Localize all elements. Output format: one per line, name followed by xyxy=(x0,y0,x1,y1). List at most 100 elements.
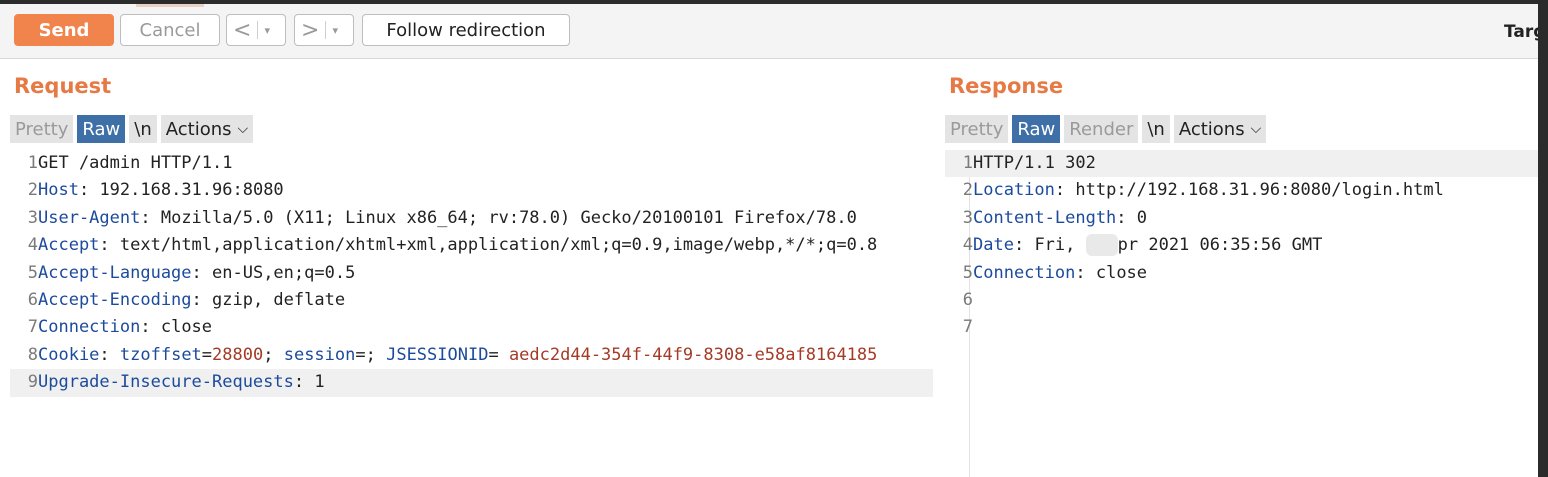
chevron-down-icon[interactable]: ▾ xyxy=(332,24,338,37)
header-line: Accept: text/html,application/xhtml+xml,… xyxy=(38,235,878,256)
header-line: Date: Fri, pr 2021 06:35:56 GMT xyxy=(973,234,1323,257)
header-key: Date xyxy=(973,235,1014,256)
header-line: Accept-Language: en-US,en;q=0.5 xyxy=(38,262,356,283)
header-line: Host: 192.168.31.96:8080 xyxy=(38,180,284,201)
cookie-name: tzoffset xyxy=(119,344,202,365)
line-number: 6 xyxy=(962,290,973,311)
cookie-value: 28800 xyxy=(212,344,264,365)
line-number: 7 xyxy=(27,317,38,338)
request-newline-toggle[interactable]: \n xyxy=(129,115,157,143)
line-number: 4 xyxy=(27,235,38,256)
editor-line: 4 Date: Fri, pr 2021 06:35:56 GMT xyxy=(945,232,1538,259)
header-key: Connection xyxy=(973,262,1076,283)
request-line: GET /admin HTTP/1.1 xyxy=(38,153,233,173)
response-newline-toggle[interactable]: \n xyxy=(1142,115,1170,143)
forward-arrow-icon: > xyxy=(301,17,320,43)
request-actions-menu[interactable]: Actions ⌵ xyxy=(160,115,254,143)
editor-line: 3 User-Agent: Mozilla/5.0 (X11; Linux x8… xyxy=(10,205,933,232)
line-number: 1 xyxy=(27,153,38,173)
line-number: 7 xyxy=(962,317,973,338)
editor-line: 3 Content-Length: 0 xyxy=(945,205,1538,232)
line-number: 1 xyxy=(962,153,973,173)
line-number: 5 xyxy=(962,262,973,283)
line-number: 6 xyxy=(27,290,38,311)
request-editor[interactable]: 1 GET /admin HTTP/1.1 2 Host: 192.168.31… xyxy=(10,150,933,397)
forward-button[interactable]: > ▾ xyxy=(294,14,354,46)
editor-line: 2 Location: http://192.168.31.96:8080/lo… xyxy=(945,177,1538,204)
follow-redirection-button[interactable]: Follow redirection xyxy=(362,14,570,46)
chevron-down-icon[interactable]: ▾ xyxy=(264,24,270,37)
header-value: Fri, xyxy=(1024,235,1076,256)
chevron-down-icon: ⌵ xyxy=(1250,121,1262,137)
header-value: close xyxy=(1085,262,1148,283)
divider xyxy=(325,21,327,39)
header-value: gzip, deflate xyxy=(201,290,346,311)
response-tab-pretty[interactable]: Pretty xyxy=(945,115,1009,143)
header-value: 0 xyxy=(1126,207,1148,228)
send-button[interactable]: Send xyxy=(14,14,114,46)
response-tab-raw[interactable]: Raw xyxy=(1012,115,1061,143)
editor-line: 5 Accept-Language: en-US,en;q=0.5 xyxy=(10,260,933,287)
header-key: Accept xyxy=(38,235,100,256)
repeater-window: Send Cancel < ▾ > ▾ Follow redirection T… xyxy=(0,4,1538,477)
editor-line: 6 xyxy=(945,287,1538,314)
header-value: 1 xyxy=(304,372,325,393)
header-value: pr 2021 06:35:56 GMT xyxy=(1117,235,1323,256)
editor-line: 1 HTTP/1.1 302 xyxy=(945,150,1538,178)
editor-line: 7 xyxy=(945,314,1538,341)
header-key: Connection xyxy=(38,317,141,338)
line-number: 2 xyxy=(27,180,38,201)
request-tab-raw[interactable]: Raw xyxy=(77,115,126,143)
header-value: en-US,en;q=0.5 xyxy=(201,262,356,283)
status-line: HTTP/1.1 302 xyxy=(973,153,1096,173)
header-value: http://192.168.31.96:8080/login.html xyxy=(1065,180,1444,201)
header-line: Connection: close xyxy=(38,317,213,338)
editor-line: 5 Connection: close xyxy=(945,260,1538,287)
request-tab-pretty[interactable]: Pretty xyxy=(10,115,74,143)
back-button[interactable]: < ▾ xyxy=(226,14,286,46)
header-key: Accept-Encoding xyxy=(38,290,192,311)
cookie-value: aedc2d44-354f-44f9-8308-e58af8164185 xyxy=(508,344,878,365)
request-title: Request xyxy=(14,74,112,98)
header-value: text/html,application/xhtml+xml,applicat… xyxy=(109,235,878,256)
header-key: Host xyxy=(38,180,79,201)
response-title: Response xyxy=(949,74,1064,98)
header-key: Cookie xyxy=(38,344,100,365)
actions-label: Actions xyxy=(1178,118,1245,140)
header-line: Connection: close xyxy=(973,262,1148,283)
target-label[interactable]: Targ xyxy=(1504,22,1538,42)
header-line: Upgrade-Insecure-Requests: 1 xyxy=(38,372,325,393)
line-number: 3 xyxy=(27,207,38,228)
editor-line: 4 Accept: text/html,application/xhtml+xm… xyxy=(10,232,933,259)
redacted-text xyxy=(1085,234,1118,257)
editor-line: 8 Cookie: tzoffset=28800; session=; JSES… xyxy=(10,342,933,369)
line-number: 8 xyxy=(27,344,38,365)
editor-line: 6 Accept-Encoding: gzip, deflate xyxy=(10,287,933,314)
actions-label: Actions xyxy=(165,118,232,140)
back-arrow-icon: < xyxy=(233,17,252,43)
response-actions-menu[interactable]: Actions ⌵ xyxy=(1173,115,1267,143)
header-line: Accept-Encoding: gzip, deflate xyxy=(38,290,346,311)
header-line: Content-Length: 0 xyxy=(973,207,1148,228)
header-line: Location: http://192.168.31.96:8080/logi… xyxy=(973,180,1444,201)
response-editor[interactable]: 1 HTTP/1.1 302 2 Location: http://192.16… xyxy=(945,150,1538,342)
cookie-name: session xyxy=(283,344,356,365)
header-value: close xyxy=(150,317,213,338)
header-key: User-Agent xyxy=(38,207,141,228)
header-key: Content-Length xyxy=(973,207,1117,228)
response-view-tabs: Pretty Raw Render \n Actions ⌵ xyxy=(945,115,1270,143)
request-view-tabs: Pretty Raw \n Actions ⌵ xyxy=(10,115,257,143)
header-key: Location xyxy=(973,180,1055,201)
toolbar: Send Cancel < ▾ > ▾ Follow redirection T… xyxy=(0,4,1538,59)
response-tab-render[interactable]: Render xyxy=(1064,115,1139,143)
divider xyxy=(257,21,259,39)
line-number: 2 xyxy=(962,180,973,201)
line-number: 5 xyxy=(27,262,38,283)
cancel-button[interactable]: Cancel xyxy=(120,14,220,46)
cookie-name: JSESSIONID xyxy=(386,344,489,365)
line-number: 3 xyxy=(962,207,973,228)
editor-line: 9 Upgrade-Insecure-Requests: 1 xyxy=(10,369,933,397)
editor-line: 7 Connection: close xyxy=(10,314,933,341)
editor-line: 1 GET /admin HTTP/1.1 xyxy=(10,150,933,177)
editor-line: 2 Host: 192.168.31.96:8080 xyxy=(10,177,933,204)
